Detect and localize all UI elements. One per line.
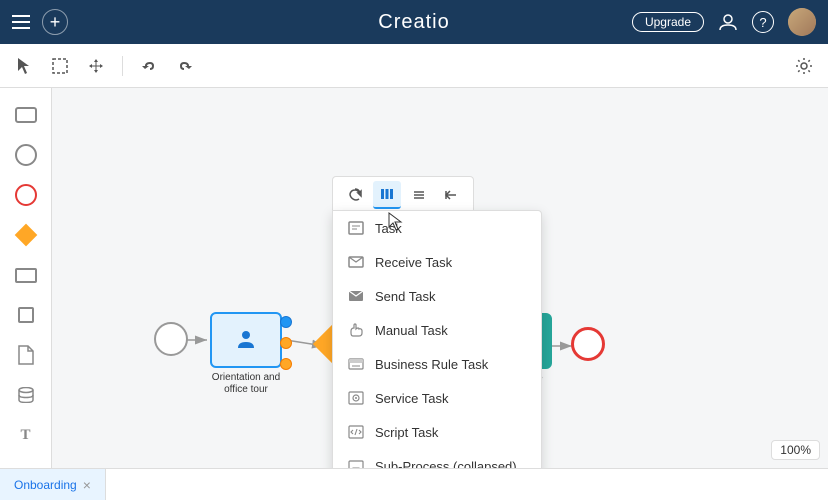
dropdown-item-business-rule-task[interactable]: Business Rule Task (333, 347, 541, 381)
back-button[interactable] (437, 181, 465, 209)
person-icon (232, 326, 260, 354)
orientation-task-label: Orientation and office tour (206, 372, 286, 396)
toolbar-separator-1 (122, 56, 123, 76)
side-dot-1 (280, 316, 292, 328)
dropdown-item-subprocess[interactable]: Sub-Process (collapsed) (333, 449, 541, 468)
receive-task-icon (347, 253, 365, 271)
palette-item-rect2[interactable] (9, 258, 43, 292)
palette-item-circle[interactable] (9, 138, 43, 172)
start-event-shape (154, 322, 188, 356)
avatar[interactable] (788, 8, 816, 36)
end-event[interactable] (571, 327, 605, 361)
topbar: + Creatio Upgrade ? (0, 0, 828, 44)
user-icon[interactable] (718, 12, 738, 32)
subprocess-icon (347, 457, 365, 468)
main-area: T (0, 88, 828, 468)
topbar-right: Upgrade ? (632, 8, 816, 36)
change-type-button[interactable] (373, 181, 401, 209)
palette-item-file[interactable] (9, 338, 43, 372)
tabbar: Onboarding × (0, 468, 828, 500)
menu-icon[interactable] (12, 15, 30, 29)
selected-task-shape (210, 312, 282, 368)
properties-button[interactable] (405, 181, 433, 209)
app-title: Creatio (378, 11, 449, 33)
tab-onboarding[interactable]: Onboarding × (0, 469, 106, 500)
pointer-tool[interactable] (10, 52, 38, 80)
avatar-image (788, 8, 816, 36)
tab-close-icon[interactable]: × (83, 478, 91, 492)
settings-button[interactable] (790, 52, 818, 80)
palette-item-text[interactable]: T (9, 418, 43, 452)
task-type-dropdown: Task Receive Task Send Task (332, 210, 542, 468)
topbar-left: + (12, 9, 68, 35)
side-dot-2 (280, 337, 292, 349)
redo-button[interactable] (171, 52, 199, 80)
selection-tool[interactable] (46, 52, 74, 80)
toolbar (0, 44, 828, 88)
element-toolbar (332, 176, 474, 213)
zoom-badge: 100% (771, 440, 820, 460)
dropdown-item-send-task[interactable]: Send Task (333, 279, 541, 313)
upgrade-button[interactable]: Upgrade (632, 12, 704, 32)
topbar-center: Creatio (378, 11, 449, 34)
dropdown-item-task[interactable]: Task (333, 211, 541, 245)
side-dot-3 (280, 358, 292, 370)
business-rule-task-icon (347, 355, 365, 373)
tab-onboarding-label: Onboarding (14, 478, 77, 492)
start-event[interactable] (154, 322, 188, 356)
help-icon[interactable]: ? (752, 11, 774, 33)
canvas[interactable]: Orientation and office tour ✕ (52, 88, 828, 468)
move-tool[interactable] (82, 52, 110, 80)
palette: T (0, 88, 52, 468)
dropdown-item-script-task[interactable]: Script Task (333, 415, 541, 449)
palette-item-diamond[interactable] (9, 218, 43, 252)
service-task-icon-small (347, 389, 365, 407)
dropdown-item-manual-task[interactable]: Manual Task (333, 313, 541, 347)
send-task-icon (347, 287, 365, 305)
palette-item-circle-outline[interactable] (9, 178, 43, 212)
dropdown-item-receive-task[interactable]: Receive Task (333, 245, 541, 279)
dropdown-item-service-task[interactable]: Service Task (333, 381, 541, 415)
undo-button[interactable] (135, 52, 163, 80)
manual-task-icon (347, 321, 365, 339)
palette-item-square[interactable] (9, 298, 43, 332)
rotate-button[interactable] (341, 181, 369, 209)
add-icon[interactable]: + (42, 9, 68, 35)
end-event-shape (571, 327, 605, 361)
palette-item-database[interactable] (9, 378, 43, 412)
orientation-task[interactable]: Orientation and office tour (206, 312, 286, 396)
script-task-icon (347, 423, 365, 441)
task-icon (347, 219, 365, 237)
palette-item-rectangle[interactable] (9, 98, 43, 132)
